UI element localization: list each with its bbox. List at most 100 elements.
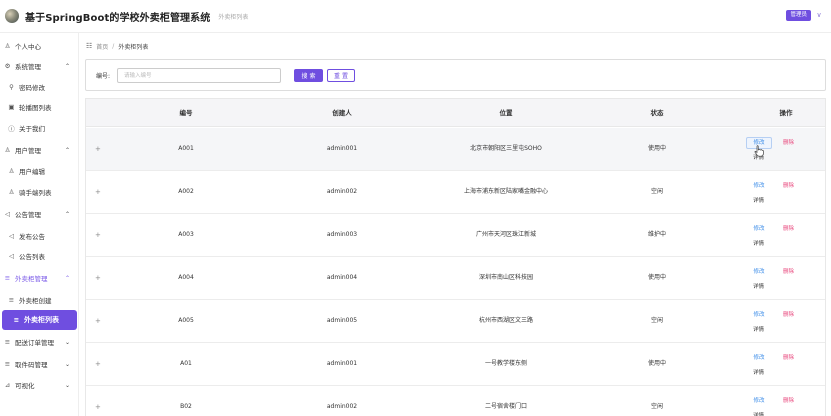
edit-button[interactable]: 修改	[746, 180, 772, 192]
sidebar-item-label: 用户编辑	[19, 168, 45, 176]
user-role-badge[interactable]: 管理员	[786, 10, 811, 21]
delete-button[interactable]: 删除	[783, 223, 794, 235]
table-row[interactable]: + A01 admin001 一号教学楼东侧 使用中 修改 删除 详情	[86, 343, 825, 386]
expand-row-icon[interactable]: +	[95, 214, 101, 256]
sidebar-item-label: 公告列表	[19, 253, 45, 261]
cell-creator: admin003	[326, 231, 358, 238]
expand-row-icon[interactable]: +	[95, 300, 101, 342]
sidebar-item-label: 外卖柜管理	[15, 275, 48, 283]
breadcrumb: ☷ 首页 / 外卖柜列表	[86, 40, 148, 52]
gear-icon: ⚙	[4, 62, 11, 70]
cell-location: 深圳市南山区科技园	[478, 274, 533, 281]
list-icon: ≡	[4, 338, 11, 346]
detail-button[interactable]: 详情	[753, 324, 764, 336]
table-row[interactable]: + A005 admin005 杭州市西湖区文三路 空闲 修改 删除 详情	[86, 300, 825, 343]
chart-icon: ⊿	[4, 381, 11, 389]
sidebar-item-carousel[interactable]: ▣ 轮播图列表	[0, 97, 79, 117]
expand-row-icon[interactable]: +	[95, 128, 101, 170]
megaphone-icon: ◁	[9, 232, 14, 240]
sidebar-group-system[interactable]: ⚙ 系统管理 ⌃	[0, 56, 79, 76]
edit-button[interactable]: 修改	[746, 309, 772, 321]
delete-button[interactable]: 删除	[783, 352, 794, 364]
chevron-down-icon: ⌄	[64, 338, 70, 346]
expand-row-icon[interactable]: +	[95, 343, 101, 385]
cell-location: 一号教学楼东侧	[484, 360, 527, 367]
table-row[interactable]: + A003 admin003 广州市天河区珠江新城 维护中 修改 删除详情	[86, 214, 825, 257]
user-icon: ♙	[8, 167, 15, 175]
list-icon: ≡	[4, 274, 11, 282]
chevron-down-icon[interactable]: ∨	[814, 10, 824, 21]
search-button[interactable]: 搜 索	[294, 69, 323, 82]
table-header: 编号 创建人 位置 状态 操作	[86, 99, 825, 127]
sidebar-item-profile[interactable]: ♙ 个人中心	[0, 36, 79, 56]
column-header-code: 编号	[179, 109, 193, 117]
cell-code: B02	[180, 403, 192, 410]
page-subtitle: 外卖柜列表	[218, 13, 249, 21]
cell-location: 广州市天河区珠江新城	[475, 231, 536, 238]
cell-location: 杭州市西湖区文三路	[478, 317, 533, 324]
detail-button[interactable]: 详情	[753, 281, 764, 293]
sidebar-item-about[interactable]: ⓘ 关于我们	[0, 118, 79, 138]
detail-button[interactable]: 详情	[753, 195, 764, 207]
delete-button[interactable]: 删除	[783, 309, 794, 321]
delete-button[interactable]: 删除	[783, 180, 794, 192]
cell-status: 维护中	[647, 231, 666, 238]
table-row[interactable]: + A001 admin001 北京市朝阳区三里屯SOHO 使用中 修改 删除 详情	[86, 128, 825, 171]
sidebar-item-label: 外卖柜创建	[19, 297, 52, 305]
breadcrumb-home[interactable]: 首页	[96, 42, 108, 51]
delete-button[interactable]: 删除	[783, 137, 794, 149]
key-icon: ⚲	[9, 83, 14, 91]
sidebar: ♙ 个人中心 ⚙ 系统管理 ⌃ ⚲ 密码修改 ▣ 轮播图列表 ⓘ 关于我们 ♙ …	[0, 33, 79, 416]
sidebar-item-rider-list[interactable]: ♙ 骑手端列表	[0, 182, 79, 202]
breadcrumb-separator: /	[112, 42, 115, 50]
edit-button[interactable]: 修改	[746, 266, 772, 278]
cell-creator: admin001	[326, 145, 358, 152]
cell-code: A003	[178, 231, 194, 238]
sidebar-item-locker-list[interactable]: ≡ 外卖柜列表	[2, 310, 77, 330]
table-row[interactable]: + A004 admin004 深圳市南山区科技园 使用中 修改 删除 详情	[86, 257, 825, 300]
sidebar-group-notice[interactable]: ◁ 公告管理 ⌃	[0, 204, 79, 224]
cell-code: A001	[178, 145, 194, 152]
edit-button[interactable]: 修改	[746, 395, 772, 407]
detail-button[interactable]: 详情	[753, 367, 764, 379]
sidebar-group-pickup-code[interactable]: ≡ 取件码管理 ⌄	[0, 354, 79, 374]
sidebar-item-publish-notice[interactable]: ◁ 发布公告	[0, 226, 79, 246]
cell-location: 上海市浦东新区陆家嘴金融中心	[463, 188, 548, 195]
hand-cursor-icon	[754, 145, 764, 157]
delete-button[interactable]: 删除	[783, 266, 794, 278]
list-icon: ≡	[13, 316, 20, 324]
delete-button[interactable]: 删除	[783, 395, 794, 407]
sidebar-group-visualization[interactable]: ⊿ 可视化 ⌄	[0, 375, 79, 395]
reset-button[interactable]: 重 置	[327, 69, 355, 82]
cell-status: 使用中	[647, 274, 666, 281]
sidebar-item-label: 取件码管理	[15, 361, 48, 369]
menu-fold-icon[interactable]: ☷	[86, 42, 92, 50]
edit-button[interactable]: 修改	[746, 352, 772, 364]
sidebar-item-notice-list[interactable]: ◁ 公告列表	[0, 246, 79, 266]
table-row[interactable]: + A002 admin002 上海市浦东新区陆家嘴金融中心 空闲 修改 删除 详情	[86, 171, 825, 214]
expand-row-icon[interactable]: +	[95, 386, 101, 416]
sidebar-item-password[interactable]: ⚲ 密码修改	[0, 77, 79, 97]
expand-row-icon[interactable]: +	[95, 257, 101, 299]
detail-button[interactable]: 详情	[753, 410, 764, 416]
column-header-location: 位置	[499, 109, 513, 117]
detail-button[interactable]: 详情	[753, 238, 764, 250]
cell-creator: admin001	[326, 360, 358, 367]
expand-row-icon[interactable]: +	[95, 171, 101, 213]
sidebar-item-label: 关于我们	[19, 125, 45, 133]
sidebar-item-locker-create[interactable]: ≡ 外卖柜创建	[0, 290, 79, 310]
sidebar-group-delivery[interactable]: ≡ 配送订单管理 ⌄	[0, 332, 79, 352]
search-panel: 编号: 搜 索 重 置	[85, 59, 826, 91]
edit-button[interactable]: 修改	[746, 223, 772, 235]
chevron-up-icon: ⌃	[64, 146, 70, 154]
sidebar-item-label: 密码修改	[19, 84, 45, 92]
megaphone-icon: ◁	[9, 252, 14, 260]
chevron-up-icon: ⌃	[64, 62, 70, 70]
sidebar-group-users[interactable]: ♙ 用户管理 ⌃	[0, 140, 79, 160]
sidebar-group-locker[interactable]: ≡ 外卖柜管理 ⌃	[0, 268, 79, 288]
sidebar-item-user-edit[interactable]: ♙ 用户编辑	[0, 161, 79, 181]
image-icon: ▣	[8, 103, 15, 111]
code-search-input[interactable]	[117, 68, 281, 83]
table-row[interactable]: + B02 admin002 二号宿舍楼门口 空闲 修改 删除 详情	[86, 386, 825, 416]
chevron-down-icon: ⌄	[64, 360, 70, 368]
